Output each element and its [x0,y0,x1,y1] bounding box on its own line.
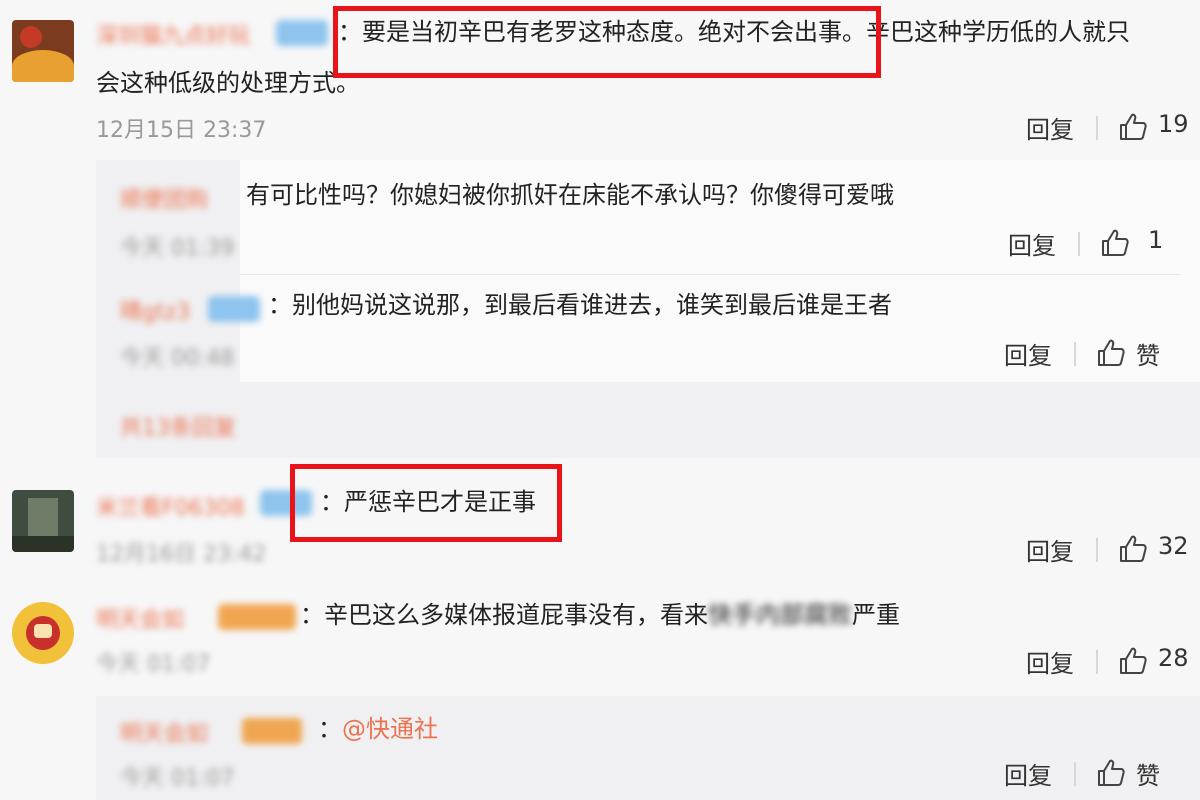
reply-text-prefix: ： [318,715,342,743]
thumbs-up-icon[interactable] [1100,228,1130,258]
reply-button[interactable]: 回复 [1026,110,1074,145]
reply-username[interactable]: 明天会如 [120,716,208,748]
comment-screen: { "comments": [ { "user": "深圳猫九点好玩", "ba… [0,0,1200,800]
comment-text-prefix: ：辛巴这么多媒体报道屁事没有，看来 [300,601,708,629]
highlight-box [333,6,881,78]
divider [1096,538,1098,562]
reply-timestamp: 今天 01:39 [120,236,235,261]
divider [1074,762,1076,786]
comment-text-continued: 会这种低级的处理方式。 [96,69,360,97]
mention-link[interactable]: @快通社 [342,715,438,743]
reply-timestamp: 今天 01:07 [120,766,235,791]
like-count: 32 [1158,532,1189,560]
username[interactable]: 深圳猫九点好玩 [96,18,250,50]
avatar[interactable] [12,20,74,82]
timestamp: 12月16日 23:42 [96,542,267,567]
reply-button[interactable]: 回复 [1008,226,1056,261]
highlight-box [290,464,562,542]
avatar[interactable] [12,602,74,664]
reply-username[interactable]: 顺便团购 [120,182,208,214]
reply-text: ：@快通社 [318,712,438,746]
divider [1096,116,1098,140]
reply-button[interactable]: 回复 [1004,336,1052,371]
divider [1074,342,1076,366]
divider [1078,232,1080,256]
timestamp: 12月15日 23:37 [96,118,267,143]
thumbs-up-icon[interactable] [1096,338,1126,368]
comment-text: ：辛巴这么多媒体报道屁事没有，看来快手内部腐败严重 [300,598,900,632]
member-badge [208,296,260,322]
like-count: 1 [1148,226,1164,254]
thumbs-up-icon[interactable] [1118,534,1148,564]
member-badge [242,718,302,744]
separator [240,274,1180,275]
reply-text: ：别他妈说这说那，到最后看谁进去，谁笑到最后谁是王者 [268,291,892,319]
reply-text: 有可比性吗？你媳妇被你抓奸在床能不承认吗？你傻得可爱哦 [246,181,894,209]
thumbs-up-icon[interactable] [1096,758,1126,788]
reply-timestamp: 今天 00:48 [120,346,235,371]
divider [1096,650,1098,674]
comment-text-suffix: 严重 [852,601,900,629]
avatar[interactable] [12,490,74,552]
thumbs-up-icon[interactable] [1118,646,1148,676]
like-button-label[interactable]: 赞 [1136,756,1160,791]
member-badge [218,604,296,630]
timestamp: 今天 01:07 [96,652,211,677]
like-count: 19 [1158,110,1189,138]
reply-button[interactable]: 回复 [1026,644,1074,679]
username[interactable]: 米兰看F06308 [96,490,245,522]
like-button-label[interactable]: 赞 [1136,336,1160,371]
reply-button[interactable]: 回复 [1004,756,1052,791]
more-replies-link[interactable]: 共13条回复 [120,410,236,442]
reply-username[interactable]: 晴gtz3 [120,294,190,326]
reply-button[interactable]: 回复 [1026,532,1074,567]
member-badge [276,20,328,46]
thumbs-up-icon[interactable] [1118,112,1148,142]
like-count: 28 [1158,644,1189,672]
username[interactable]: 明天会如 [96,602,184,634]
comment-text-blurred: 快手内部腐败 [708,601,852,629]
